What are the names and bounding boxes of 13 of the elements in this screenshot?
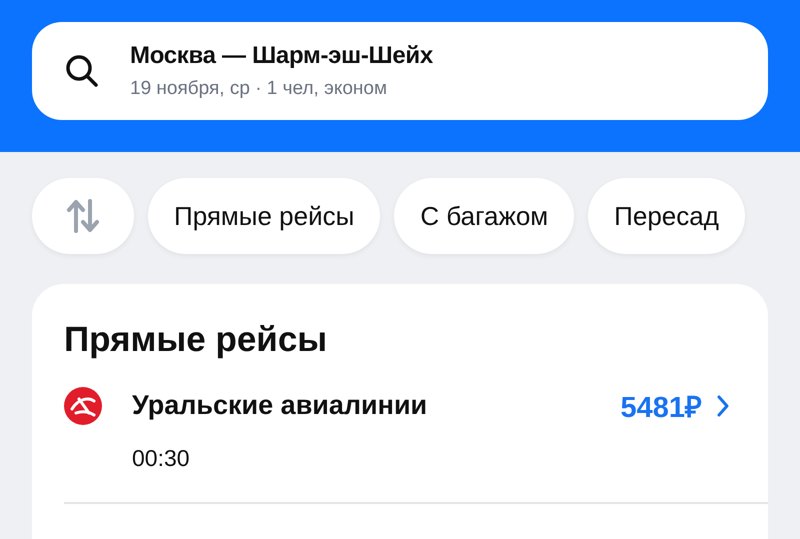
search-bar[interactable]: Москва — Шарм-эш-Шейх 19 ноября, ср · 1 чел, эконом [32, 22, 768, 120]
filter-chip[interactable]: С багажом [394, 178, 574, 254]
filter-chip[interactable]: Прямые рейсы [148, 178, 380, 254]
sort-arrows-icon [66, 198, 100, 234]
chevron-right-icon[interactable] [716, 394, 730, 418]
price-link[interactable]: 5481₽ [620, 386, 702, 425]
route-title: Москва — Шарм-эш-Шейх [130, 42, 433, 70]
airline-name: Уральские авиалинии [132, 390, 428, 421]
airline-logo-icon [64, 386, 102, 424]
trip-details: 19 ноября, ср · 1 чел, эконом [130, 78, 388, 100]
section-title: Прямые рейсы [64, 320, 328, 360]
filter-chip[interactable]: Пересад [588, 178, 745, 254]
departure-time: 00:30 [132, 445, 191, 472]
